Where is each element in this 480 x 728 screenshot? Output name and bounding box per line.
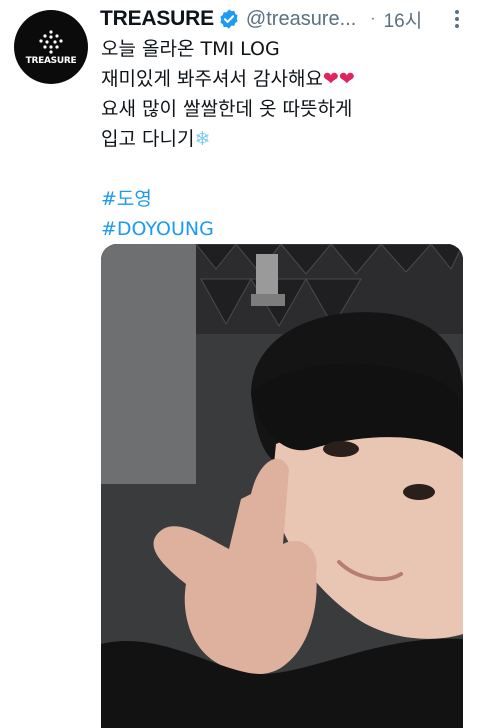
tweet-text-line: 오늘 올라온 TMI LOG (101, 38, 280, 60)
hashtag-link[interactable]: #DOYOUNG (101, 214, 471, 244)
tweet-text: 오늘 올라온 TMI LOG 재미있게 봐주셔서 감사해요❤❤ 요새 많이 쌀쌀… (101, 34, 471, 244)
more-vertical-icon (455, 10, 459, 28)
profile-avatar[interactable]: TREASURE (14, 10, 88, 84)
more-options-button[interactable] (448, 8, 466, 30)
heart-icon: ❤ (322, 68, 339, 90)
tweet-header: TREASURE @treasure... · 16시 (100, 5, 466, 33)
display-name[interactable]: TREASURE (100, 7, 214, 31)
tweet-photo[interactable] (101, 244, 463, 728)
avatar-logo-text: TREASURE (25, 56, 77, 66)
tweet-text-line: 입고 다니기❄ (101, 128, 211, 150)
treasure-logo-icon (39, 30, 63, 54)
separator-dot: · (370, 10, 376, 27)
tweet-text-line: 재미있게 봐주셔서 감사해요❤❤ (101, 68, 355, 90)
snowflake-icon: ❄ (194, 128, 211, 150)
hashtag-link[interactable]: #도영 (101, 184, 471, 214)
heart-icon: ❤ (338, 68, 355, 90)
selfie-photo (101, 244, 463, 728)
verified-badge-icon (220, 9, 238, 29)
tweet-timestamp[interactable]: 16시 (384, 6, 423, 33)
user-handle[interactable]: @treasure... (246, 8, 356, 31)
tweet-text-line: 요새 많이 쌀쌀한데 옷 따뜻하게 (101, 98, 353, 120)
